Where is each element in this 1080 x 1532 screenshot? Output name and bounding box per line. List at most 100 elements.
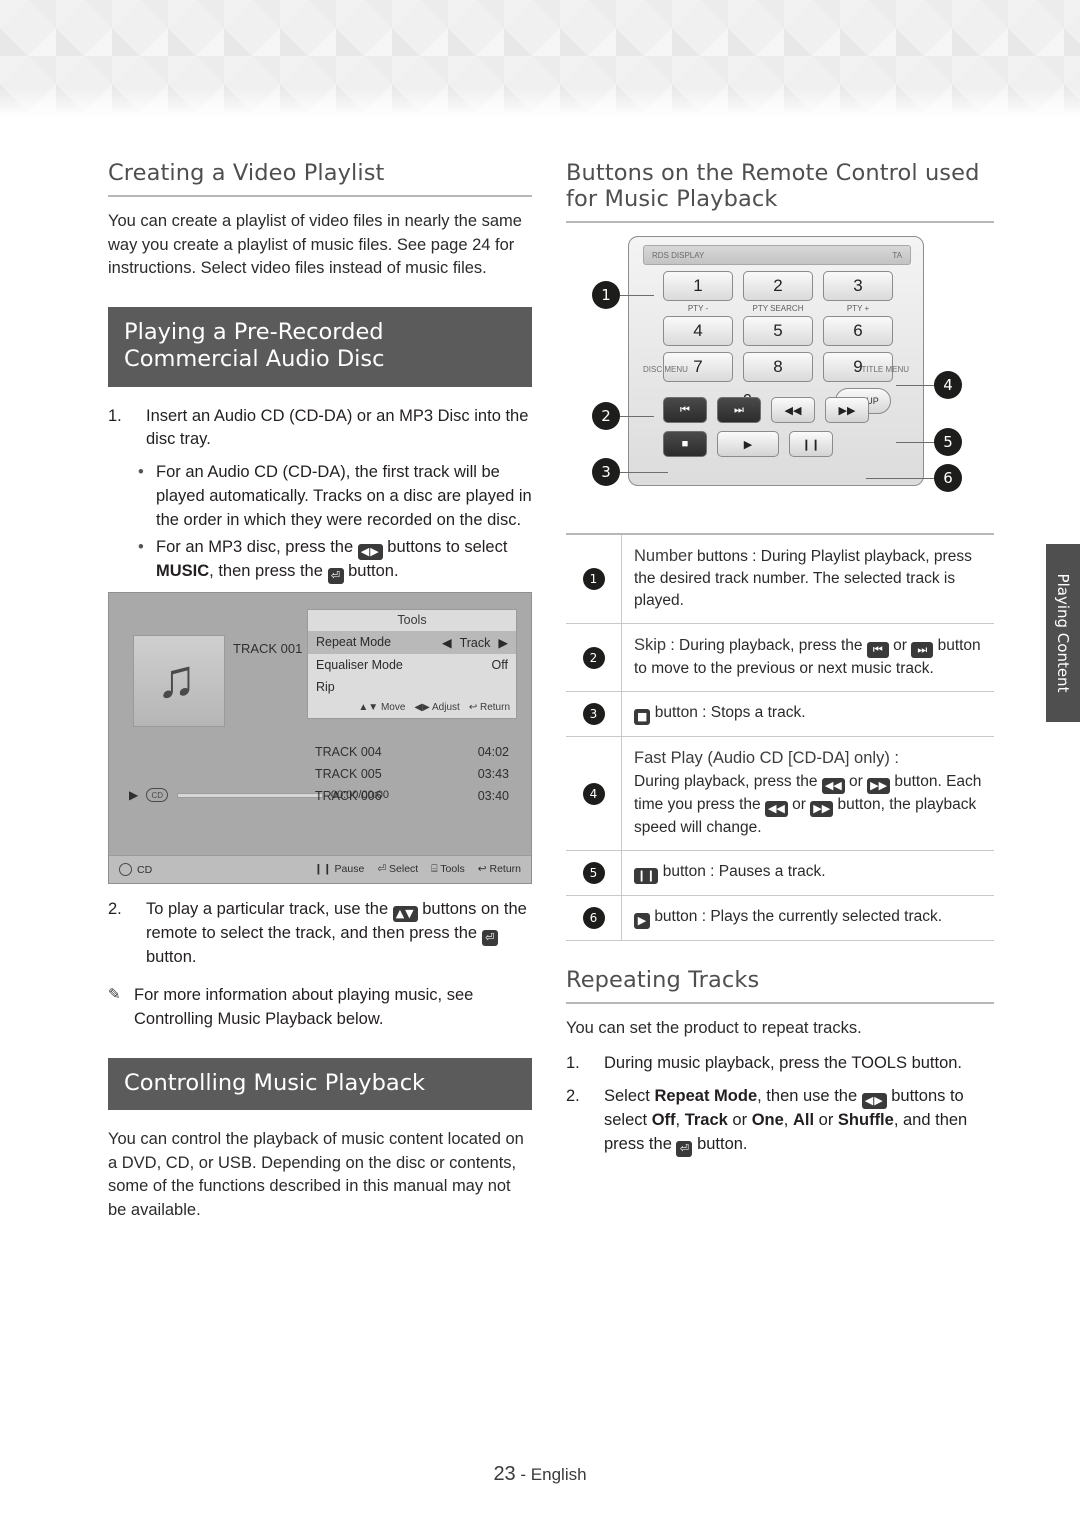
left-arrow-icon[interactable]: ◀ bbox=[442, 635, 452, 650]
track-row[interactable]: TRACK 004 04:02 bbox=[307, 741, 517, 763]
legend-row-3: 3 ■ button : Stops a track. bbox=[566, 692, 994, 738]
fast-forward-icon: ▶▶ bbox=[867, 777, 891, 794]
legend-lead-number: Number bbox=[634, 547, 693, 565]
player-screen-screenshot: ♫ TRACK 001 ▶ CD 00:00/00:00 Tools Repea… bbox=[108, 592, 532, 885]
key-4[interactable]: 4 bbox=[663, 316, 733, 346]
track-time: 03:43 bbox=[477, 767, 509, 782]
legend-number-cell: 2 bbox=[566, 624, 622, 692]
conjunction-or: or bbox=[732, 1111, 748, 1130]
album-art-placeholder: ♫ bbox=[133, 635, 225, 728]
track-name: TRACK 006 bbox=[315, 789, 382, 804]
keypad-row-3: 7 8 9 bbox=[663, 352, 893, 382]
play-button[interactable]: ▶ bbox=[717, 431, 779, 457]
step-number: 2. bbox=[108, 900, 122, 919]
option-all: All bbox=[792, 1111, 815, 1130]
option-track: Track bbox=[684, 1111, 728, 1130]
manual-page: Creating a Video Playlist You can create… bbox=[0, 0, 1080, 1532]
heading-repeating-tracks: Repeating Tracks bbox=[566, 966, 760, 993]
callout-5: 5 bbox=[934, 428, 962, 456]
tools-row-value: Off bbox=[491, 658, 508, 673]
badge-1: 1 bbox=[582, 568, 605, 591]
key-8[interactable]: 8 bbox=[743, 352, 813, 382]
fast-forward-button[interactable]: ▶▶ bbox=[825, 397, 869, 423]
legend-row-1: 1 Number buttons : During Playlist playb… bbox=[566, 535, 994, 625]
tools-legend: ▲▼ Move ◀▶ Adjust ↩ Return bbox=[308, 698, 516, 718]
leader-line-1 bbox=[620, 295, 654, 296]
legend-body-text: button : Stops a track. bbox=[654, 704, 806, 722]
screenshot-hint-group: ❙❙ Pause ⏎ Select ⌸ Tools ↩ Return bbox=[314, 863, 521, 876]
left-column: Creating a Video Playlist You can create… bbox=[108, 160, 532, 1234]
key-3[interactable]: 3 bbox=[823, 271, 893, 301]
tools-row-repeat-mode[interactable]: Repeat Mode ◀ Track ▶ bbox=[308, 631, 516, 655]
pencil-icon: ✎ bbox=[108, 986, 121, 1004]
play-icon: ▶ bbox=[129, 788, 139, 803]
legend-text-cell: ■ button : Stops a track. bbox=[622, 692, 994, 736]
previous-icon: ⏮ bbox=[866, 642, 889, 659]
bullet-text: For an MP3 disc, press the ◀▶ buttons to… bbox=[156, 536, 532, 585]
key-5[interactable]: 5 bbox=[743, 316, 813, 346]
key-1[interactable]: 1 bbox=[663, 271, 733, 301]
hint-tools: ⌸ Tools bbox=[431, 863, 465, 876]
keypad-sublabels: PTY - PTY SEARCH PTY + bbox=[663, 304, 893, 313]
tools-keyword: TOOLS bbox=[851, 1054, 907, 1073]
remote-button-legend-table: 1 Number buttons : During Playlist playb… bbox=[566, 533, 994, 941]
step-press-tools: 1. During music playback, press the TOOL… bbox=[566, 1052, 994, 1076]
rewind-icon: ◀◀ bbox=[821, 777, 845, 794]
key-6[interactable]: 6 bbox=[823, 316, 893, 346]
tools-row-label: Equaliser Mode bbox=[316, 658, 403, 673]
legend-move: ▲▼ Move bbox=[358, 702, 406, 714]
badge-6: 6 bbox=[582, 906, 605, 929]
play-icon: ▶ bbox=[634, 912, 650, 929]
heading-playing-audio-disc: Playing a Pre-Recorded Commercial Audio … bbox=[108, 306, 532, 387]
callout-4: 4 bbox=[934, 371, 962, 399]
stop-button[interactable]: ■ bbox=[663, 431, 707, 457]
legend-text-cell: Number buttons : During Playlist playbac… bbox=[622, 535, 994, 623]
pause-button[interactable]: ❙❙ bbox=[789, 431, 833, 457]
tools-row-value-group: ◀ Track ▶ bbox=[442, 635, 508, 651]
track-list[interactable]: TRACK 004 04:02 TRACK 005 03:43 TRACK 00… bbox=[307, 741, 517, 807]
leader-line-6 bbox=[866, 478, 934, 479]
side-tab-playing-content: Playing Content bbox=[1046, 544, 1080, 722]
legend-text-cell: ▶ button : Plays the currently selected … bbox=[622, 896, 994, 940]
legend-text-cell: Fast Play (Audio CD [CD-DA] only) : Duri… bbox=[622, 737, 994, 849]
badge-2: 2 bbox=[582, 646, 605, 669]
legend-text-cell: Skip : During playback, press the ⏮ or ⏭… bbox=[634, 636, 981, 678]
track-row[interactable]: TRACK 005 03:43 bbox=[307, 763, 517, 785]
key-2[interactable]: 2 bbox=[743, 271, 813, 301]
legend-body-text: During playback, press the ◀◀ or ▶▶ butt… bbox=[634, 772, 982, 836]
transport-buttons[interactable]: ⏮ ⏭ ◀◀ ▶▶ ■ ▶ ❙❙ bbox=[663, 397, 893, 465]
callout-3: 3 bbox=[592, 458, 620, 486]
step-text-end: button. bbox=[697, 1134, 748, 1153]
enter-icon: ⏎ bbox=[481, 930, 498, 947]
track-row[interactable]: TRACK 006 03:40 bbox=[307, 785, 517, 807]
legend-number-cell: 1 bbox=[566, 535, 622, 624]
legend-row-5: 5 ❙❙ button : Pauses a track. bbox=[566, 850, 994, 896]
tools-menu[interactable]: Tools Repeat Mode ◀ Track ▶ Equaliser Mo… bbox=[307, 609, 517, 720]
bullet-audio-cd: • For an Audio CD (CD-DA), the first tra… bbox=[108, 461, 532, 532]
previous-button[interactable]: ⏮ bbox=[663, 397, 707, 423]
leader-line-3 bbox=[620, 472, 668, 473]
page-language: - English bbox=[520, 1465, 587, 1484]
pty-plus-label: PTY + bbox=[846, 304, 870, 313]
next-button[interactable]: ⏭ bbox=[717, 397, 761, 423]
bullet-dot: • bbox=[138, 538, 144, 557]
legend-adjust: ◀▶ Adjust bbox=[414, 702, 460, 714]
tools-row-equaliser-mode[interactable]: Equaliser Mode Off bbox=[308, 654, 516, 676]
track-time: 04:02 bbox=[477, 745, 509, 760]
bullet-dot: • bbox=[138, 463, 144, 482]
note-more-information: ✎ For more information about playing mus… bbox=[108, 984, 532, 1032]
tools-menu-title: Tools bbox=[397, 613, 427, 628]
option-off: Off bbox=[651, 1111, 676, 1130]
rewind-button[interactable]: ◀◀ bbox=[771, 397, 815, 423]
disc-icon: CD bbox=[146, 788, 169, 803]
number-keypad[interactable]: 1 2 3 PTY - PTY SEARCH PTY + 4 5 6 7 8 9 bbox=[663, 271, 893, 414]
note-text: For more information about playing music… bbox=[134, 986, 474, 1028]
progress-bar bbox=[177, 792, 323, 798]
rewind-icon: ◀◀ bbox=[764, 800, 788, 817]
ta-label: TA bbox=[892, 250, 902, 260]
tools-row-rip[interactable]: Rip bbox=[308, 676, 516, 698]
right-arrow-icon[interactable]: ▶ bbox=[498, 635, 508, 650]
step-number: 2. bbox=[566, 1087, 580, 1106]
left-right-arrow-icon: ◀▶ bbox=[861, 1093, 887, 1110]
legend-number-cell: 5 bbox=[566, 850, 622, 895]
